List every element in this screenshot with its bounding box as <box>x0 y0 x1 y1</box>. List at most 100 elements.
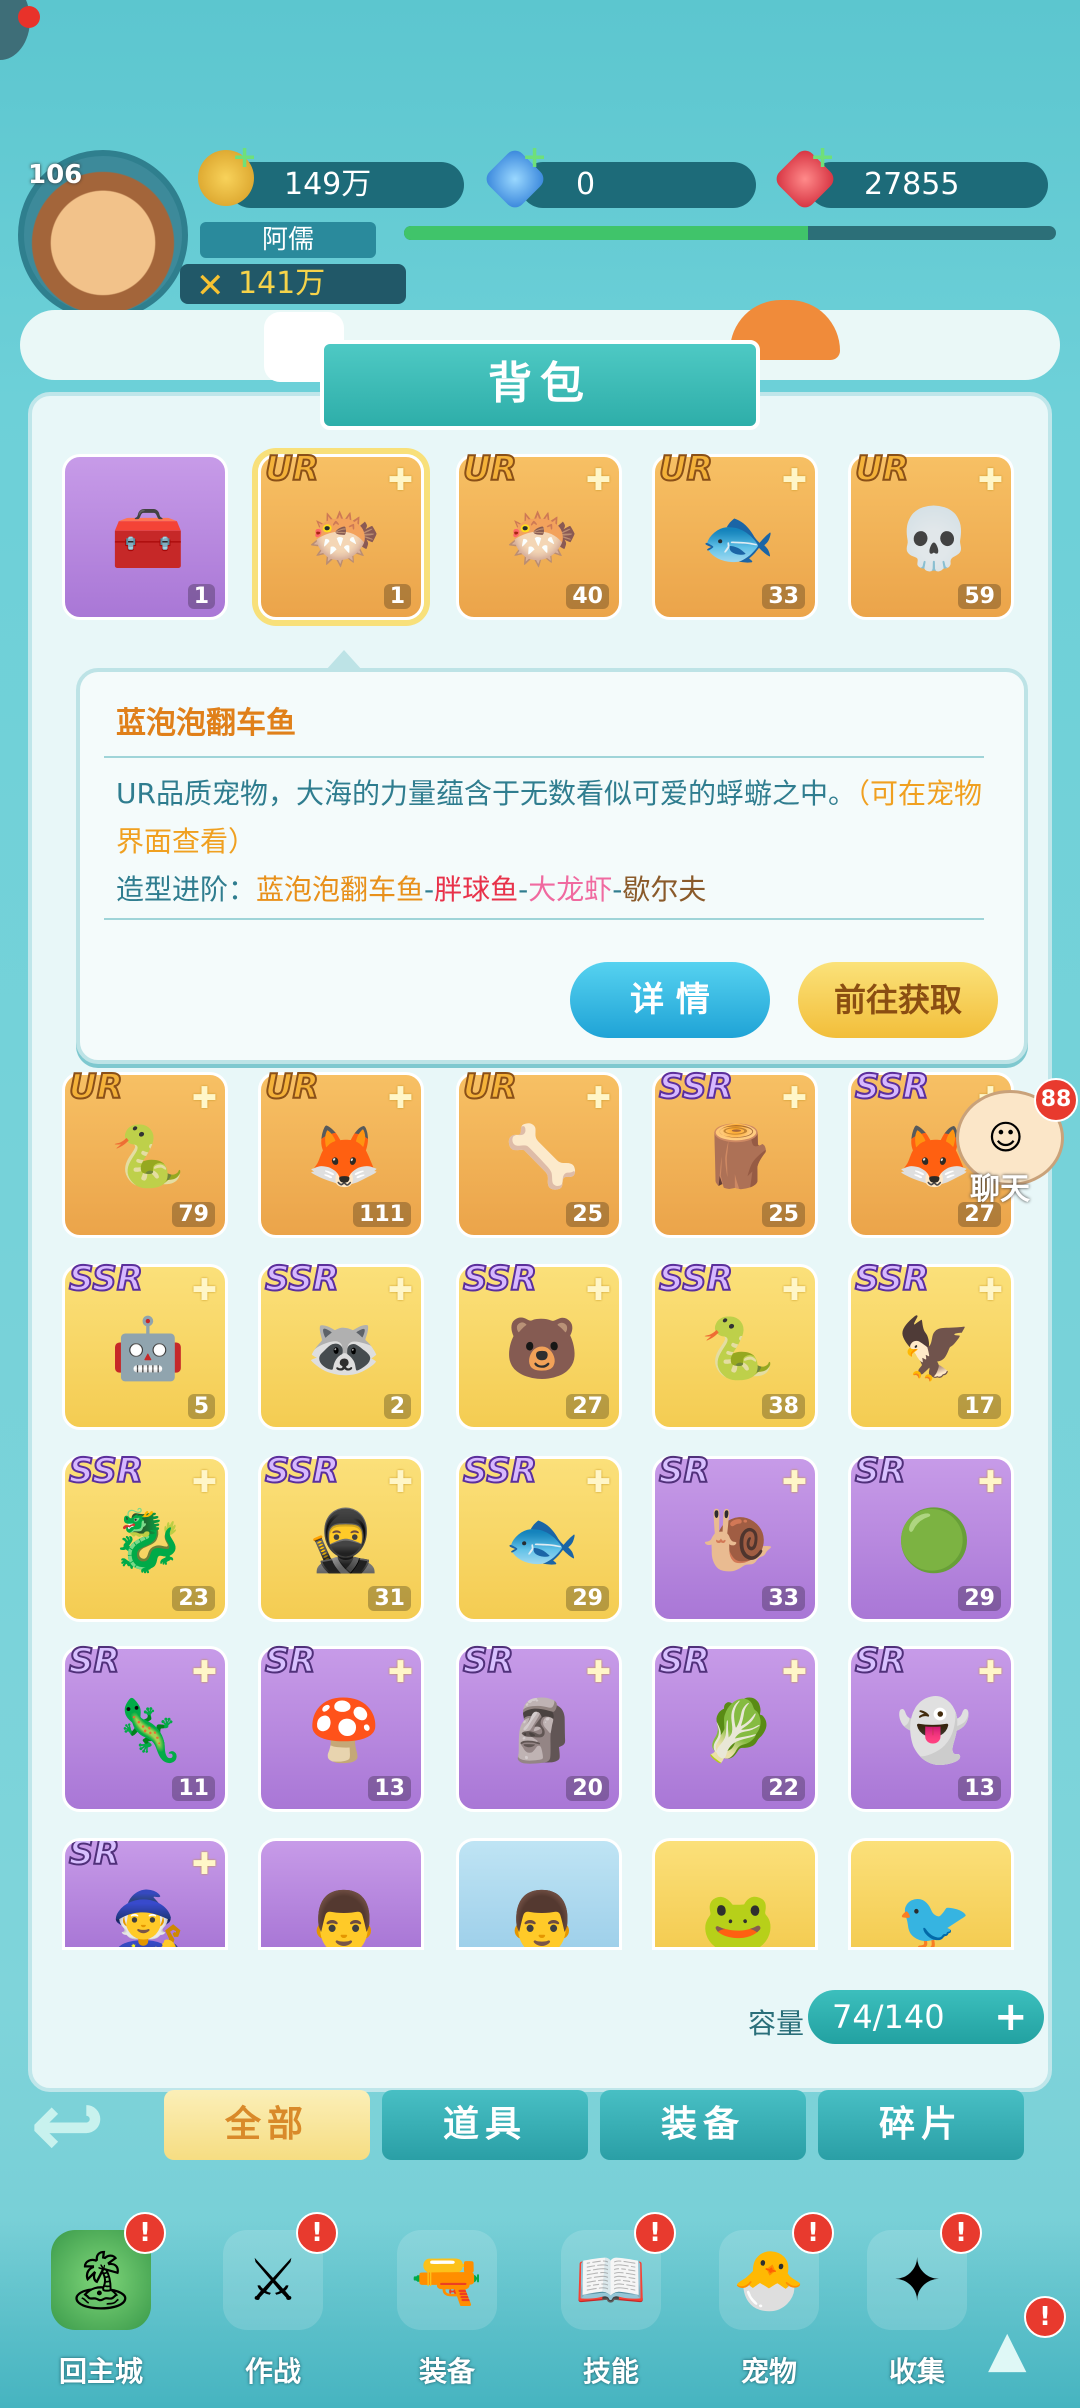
alert-badge: ! <box>634 2212 676 2254</box>
inventory-slot[interactable]: 🍄 SR ✚ 13 <box>258 1640 424 1812</box>
rarity-badge: SSR <box>264 1450 340 1492</box>
alert-badge: ! <box>124 2212 166 2254</box>
nav-home[interactable]: 🏝 回主城! <box>36 2210 166 2400</box>
item-count: 23 <box>172 1586 215 1611</box>
tab-all[interactable]: 全部 <box>164 2090 370 2160</box>
monk-icon: 👨 <box>504 1887 580 1950</box>
chest-icon: 🧰 <box>110 503 186 574</box>
fragment-icon: ✚ <box>191 1273 217 1308</box>
inventory-slot[interactable]: 👨 <box>258 1838 424 1950</box>
tab-equipment[interactable]: 装备 <box>600 2090 806 2160</box>
item-count: 20 <box>566 1776 609 1801</box>
chat-label: 聊天 <box>970 1172 1030 1207</box>
fragment-icon: ✚ <box>585 1655 611 1690</box>
inventory-slot[interactable]: 🐡 UR ✚ 40 <box>456 448 622 620</box>
rarity-badge: SSR <box>854 1258 930 1300</box>
fragment-icon: ✚ <box>191 1465 217 1500</box>
nav-battle[interactable]: ⚔ 作战! <box>208 2210 338 2400</box>
capacity-plus-icon[interactable]: + <box>994 1990 1028 2044</box>
item-count: 29 <box>566 1586 609 1611</box>
nav-skills[interactable]: 📖 技能! <box>546 2210 676 2400</box>
inventory-slot[interactable]: 🦊 UR ✚ 111 <box>258 1066 424 1238</box>
cannon-icon: 🔫 <box>397 2230 497 2330</box>
item-count: 38 <box>762 1394 805 1419</box>
gold-counter[interactable]: 149万 <box>228 162 464 208</box>
ruby-plus-icon[interactable]: + <box>810 140 835 175</box>
tooltip-divider <box>104 918 984 920</box>
inventory-slot[interactable]: 🦎 SR ✚ 11 <box>62 1640 228 1812</box>
diamond-plus-icon[interactable]: + <box>522 140 547 175</box>
expand-arrow-icon[interactable]: ▲ <box>988 2320 1026 2378</box>
rarity-badge: UR <box>462 448 518 490</box>
inventory-slot[interactable]: 🪵 SSR ✚ 25 <box>652 1066 818 1238</box>
inventory-slot[interactable]: 🐍 UR ✚ 79 <box>62 1066 228 1238</box>
puffer-fish-icon: 🐡 <box>306 503 382 574</box>
inventory-slot[interactable]: 🐻 SSR ✚ 27 <box>456 1258 622 1430</box>
bear-icon: 🐻 <box>504 1313 580 1384</box>
evolution-sep: - <box>424 873 435 906</box>
inventory-slot[interactable]: 🐦 <box>848 1838 1014 1950</box>
ninja-icon: 🥷 <box>306 1505 382 1576</box>
inventory-slot[interactable]: 👻 SR ✚ 13 <box>848 1640 1014 1812</box>
inventory-slot[interactable]: 🧙 SR ✚ <box>62 1838 228 1950</box>
ruby-counter[interactable]: 27855 <box>808 162 1048 208</box>
tooltip-title: 蓝泡泡翻车鱼 <box>116 706 296 741</box>
skeleton-beast-icon: 💀 <box>896 503 972 574</box>
inventory-slot[interactable]: 🐟 SSR ✚ 29 <box>456 1450 622 1622</box>
item-count: 33 <box>762 1586 805 1611</box>
item-count: 31 <box>368 1586 411 1611</box>
item-count: 59 <box>958 584 1001 609</box>
tooltip-desc-main: UR品质宠物，大海的力量蕴含于无数看似可爱的蜉蝣之中。 <box>116 777 856 810</box>
back-arrow-icon[interactable]: ↩ <box>30 2081 150 2171</box>
ruby-value: 27855 <box>864 167 960 202</box>
item-count: 27 <box>566 1394 609 1419</box>
inventory-slot[interactable]: 🤖 SSR ✚ 5 <box>62 1258 228 1430</box>
inventory-slot[interactable]: 👨 <box>456 1838 622 1950</box>
bird-icon: 🐦 <box>896 1887 972 1950</box>
inventory-slot[interactable]: 🦅 SSR ✚ 17 <box>848 1258 1014 1430</box>
inventory-slot[interactable]: 🐍 SSR ✚ 38 <box>652 1258 818 1430</box>
nav-collection[interactable]: ✦ 收集! <box>852 2210 982 2400</box>
detail-button[interactable]: 详 情 <box>570 962 770 1038</box>
experience-bar <box>404 226 1056 240</box>
inventory-slot[interactable]: 🦝 SSR ✚ 2 <box>258 1258 424 1430</box>
frog-icon: 🐸 <box>700 1887 776 1950</box>
gold-plus-icon[interactable]: + <box>232 140 257 175</box>
item-count: 1 <box>187 584 215 609</box>
fragment-icon: ✚ <box>585 1081 611 1116</box>
rarity-badge: SSR <box>462 1450 538 1492</box>
nav-pets[interactable]: 🐣 宠物! <box>704 2210 834 2400</box>
inventory-slot[interactable]: 🐟 UR ✚ 33 <box>652 448 818 620</box>
rarity-badge: SSR <box>854 1066 930 1108</box>
inventory-slot[interactable]: 🥷 SSR ✚ 31 <box>258 1450 424 1622</box>
robot-icon: 🤖 <box>110 1313 186 1384</box>
snake-icon: 🐍 <box>700 1313 776 1384</box>
diamond-counter[interactable]: 0 <box>520 162 756 208</box>
inventory-slot[interactable]: 🟢 SR ✚ 29 <box>848 1450 1014 1622</box>
inventory-slot[interactable]: 🥬 SR ✚ 22 <box>652 1640 818 1812</box>
fragment-icon: ✚ <box>387 1273 413 1308</box>
tab-items[interactable]: 道具 <box>382 2090 588 2160</box>
nav-label: 回主城 <box>58 2355 143 2388</box>
inventory-slot[interactable]: 🐌 SR ✚ 33 <box>652 1450 818 1622</box>
fragment-icon: ✚ <box>781 1465 807 1500</box>
rarity-badge: SR <box>264 1640 317 1682</box>
fragment-icon: ✚ <box>191 1081 217 1116</box>
inventory-slot[interactable]: 💀 UR ✚ 59 <box>848 448 1014 620</box>
inventory-slot[interactable]: 🐉 SSR ✚ 23 <box>62 1450 228 1622</box>
inventory-slot[interactable]: 🐡 UR ✚ 1 <box>258 448 424 620</box>
gold-value: 149万 <box>284 167 372 202</box>
cabbage-icon: 🥬 <box>700 1695 776 1766</box>
inventory-slot[interactable]: 🧰 1 <box>62 454 228 620</box>
notification-dot <box>18 6 40 28</box>
inventory-slot[interactable]: 🦴 UR ✚ 25 <box>456 1066 622 1238</box>
inventory-slot[interactable]: 🗿 SR ✚ 20 <box>456 1640 622 1812</box>
inventory-slot[interactable]: 🐸 <box>652 1838 818 1950</box>
nav-equipment[interactable]: 🔫 装备 <box>382 2210 512 2400</box>
fragment-icon: ✚ <box>781 1655 807 1690</box>
tab-fragments[interactable]: 碎片 <box>818 2090 1024 2160</box>
rarity-badge: UR <box>854 448 910 490</box>
rarity-badge: SR <box>462 1640 515 1682</box>
obtain-button[interactable]: 前往获取 <box>798 962 998 1038</box>
rarity-badge: UR <box>658 448 714 490</box>
